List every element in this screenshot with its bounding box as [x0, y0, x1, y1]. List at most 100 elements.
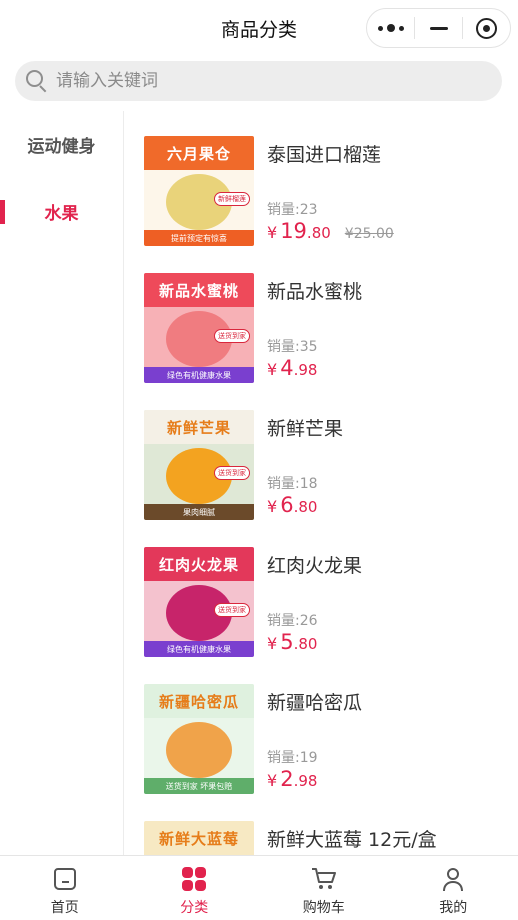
- product-card[interactable]: 新疆哈密瓜送货到家 坏果包赔新疆哈密瓜销量19¥2.98: [124, 659, 518, 796]
- sales-label: 销量: [267, 339, 300, 355]
- fruit-illustration: [166, 722, 232, 778]
- price-decimal: .80: [293, 635, 318, 653]
- product-card[interactable]: 新鲜芒果送货到家果肉细腻新鲜芒果销量18¥6.80: [124, 385, 518, 522]
- search-bar[interactable]: [15, 61, 502, 101]
- menu-capsule: [366, 8, 511, 48]
- product-sales: 销量19: [267, 747, 318, 767]
- tab-cart[interactable]: 购物车: [259, 856, 389, 920]
- price-integer: 19: [280, 219, 307, 243]
- sales-label: 销量: [267, 202, 300, 218]
- sidebar-item-label: 运动健身: [27, 137, 96, 157]
- product-price: ¥19.80 ¥25.00: [267, 219, 394, 243]
- minimize-icon: [429, 26, 448, 30]
- price-decimal: .80: [306, 224, 331, 242]
- image-sticker: 送货到家: [214, 329, 250, 343]
- sidebar-item-fruit[interactable]: 水果: [0, 178, 123, 245]
- currency-symbol: ¥: [267, 223, 278, 242]
- tab-label: 首页: [50, 900, 79, 916]
- more-dots-icon: [377, 24, 404, 32]
- price-decimal: .98: [293, 772, 318, 790]
- tab-bar: 首页 分类 购物车 我的: [0, 855, 518, 920]
- sales-label: 销量: [267, 613, 300, 629]
- sidebar-item-label: 水果: [44, 204, 79, 224]
- image-footer-text: 提前预定有惊喜: [144, 230, 254, 246]
- tab-label: 购物车: [302, 900, 345, 916]
- sales-count: 35: [299, 339, 318, 355]
- product-price: ¥4.98: [267, 356, 317, 380]
- price-integer: 2: [280, 767, 294, 791]
- currency-symbol: ¥: [267, 771, 278, 790]
- image-footer-text: 果肉细腻: [144, 504, 254, 520]
- image-sticker: 送货到家: [214, 603, 250, 617]
- currency-symbol: ¥: [267, 360, 278, 379]
- home-icon: [51, 865, 79, 893]
- category-grid-icon: [180, 865, 208, 893]
- sales-label: 销量: [267, 750, 300, 766]
- product-card[interactable]: 红肉火龙果送货到家绿色有机健康水果红肉火龙果销量26¥5.80: [124, 522, 518, 659]
- product-image[interactable]: 新品水蜜桃送货到家绿色有机健康水果: [144, 273, 254, 383]
- more-button[interactable]: [367, 9, 414, 47]
- image-banner-text: 新鲜大蓝莓: [144, 821, 254, 855]
- product-name[interactable]: 新疆哈密瓜: [267, 688, 362, 715]
- search-icon: [26, 70, 48, 93]
- product-card[interactable]: 六月果仓新鲜榴莲提前预定有惊喜泰国进口榴莲销量23¥19.80¥25.00: [124, 111, 518, 248]
- sales-count: 19: [299, 750, 318, 766]
- product-price: ¥6.80: [267, 493, 317, 517]
- product-image[interactable]: 六月果仓新鲜榴莲提前预定有惊喜: [144, 136, 254, 246]
- price-integer: 4: [280, 356, 294, 380]
- product-name[interactable]: 新品水蜜桃: [267, 277, 362, 304]
- original-price: ¥25.00: [344, 226, 394, 242]
- product-sales: 销量23: [267, 199, 318, 219]
- sales-count: 23: [299, 202, 318, 218]
- image-footer-text: 送货到家 坏果包赔: [144, 778, 254, 794]
- product-sales: 销量35: [267, 336, 318, 356]
- image-banner-text: 新品水蜜桃: [144, 273, 254, 307]
- product-image[interactable]: 红肉火龙果送货到家绿色有机健康水果: [144, 547, 254, 657]
- product-name[interactable]: 新鲜芒果: [267, 414, 343, 441]
- close-button[interactable]: [463, 9, 510, 47]
- header: 商品分类: [0, 0, 518, 56]
- product-image[interactable]: 新鲜大蓝莓: [144, 821, 254, 855]
- image-banner-text: 新鲜芒果: [144, 410, 254, 444]
- image-sticker: 新鲜榴莲: [214, 192, 250, 206]
- product-sales: 销量18: [267, 473, 318, 493]
- sales-count: 18: [299, 476, 318, 492]
- product-name[interactable]: 新鲜大蓝莓 12元/盒: [267, 825, 437, 852]
- price-decimal: .98: [293, 361, 318, 379]
- product-list: 六月果仓新鲜榴莲提前预定有惊喜泰国进口榴莲销量23¥19.80¥25.00新品水…: [124, 111, 518, 855]
- product-image[interactable]: 新疆哈密瓜 送货到家 坏果包赔: [144, 684, 254, 794]
- image-footer-text: 绿色有机健康水果: [144, 641, 254, 657]
- tab-label: 我的: [439, 900, 468, 916]
- user-icon: [439, 865, 467, 893]
- sidebar-item-sports[interactable]: 运动健身: [0, 111, 123, 178]
- product-sales: 销量26: [267, 610, 318, 630]
- product-name[interactable]: 红肉火龙果: [267, 551, 362, 578]
- product-card[interactable]: 新鲜大蓝莓 新鲜大蓝莓 12元/盒: [124, 796, 518, 855]
- tab-label: 分类: [180, 900, 209, 916]
- minimize-button[interactable]: [415, 9, 462, 47]
- category-sidebar: 运动健身 水果: [0, 111, 124, 855]
- sales-count: 26: [299, 613, 318, 629]
- tab-home[interactable]: 首页: [0, 856, 130, 920]
- search-input[interactable]: [56, 71, 456, 91]
- price-integer: 6: [280, 493, 294, 517]
- product-card[interactable]: 新品水蜜桃送货到家绿色有机健康水果新品水蜜桃销量35¥4.98: [124, 248, 518, 385]
- image-sticker: 送货到家: [214, 466, 250, 480]
- product-price: ¥5.80: [267, 630, 317, 654]
- image-footer-text: 绿色有机健康水果: [144, 367, 254, 383]
- cart-icon: [310, 865, 338, 893]
- image-banner-text: 红肉火龙果: [144, 547, 254, 581]
- product-price: ¥2.98: [267, 767, 317, 791]
- product-image[interactable]: 新鲜芒果送货到家果肉细腻: [144, 410, 254, 520]
- currency-symbol: ¥: [267, 634, 278, 653]
- target-close-icon: [476, 17, 497, 39]
- price-integer: 5: [280, 630, 294, 654]
- price-decimal: .80: [293, 498, 318, 516]
- image-banner-text: 六月果仓: [144, 136, 254, 170]
- product-name[interactable]: 泰国进口榴莲: [267, 140, 381, 167]
- tab-category[interactable]: 分类: [130, 856, 260, 920]
- tab-profile[interactable]: 我的: [389, 856, 518, 920]
- currency-symbol: ¥: [267, 497, 278, 516]
- app: 商品分类 运动健身 水果 六月果仓新鲜榴莲提前预定有惊喜泰国进口榴莲销量23¥1…: [0, 0, 518, 920]
- sales-label: 销量: [267, 476, 300, 492]
